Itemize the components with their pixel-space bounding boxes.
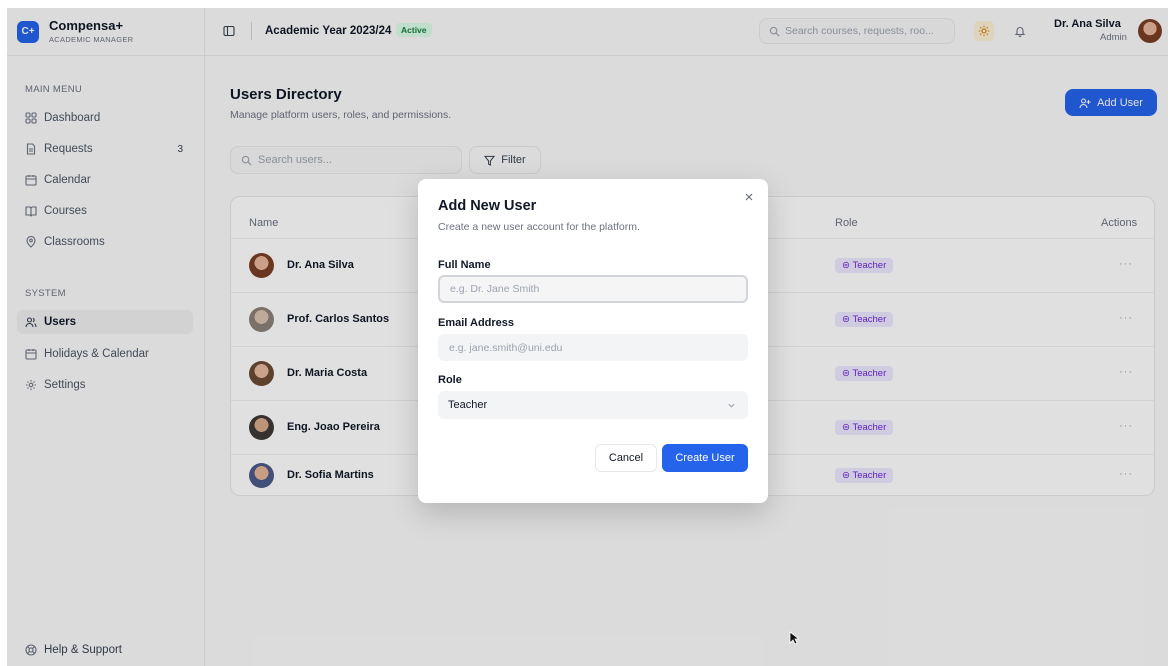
add-user-dialog: Add New User Create a new user account f… (418, 179, 768, 503)
cancel-button[interactable]: Cancel (595, 444, 657, 472)
dialog-subtitle: Create a new user account for the platfo… (438, 221, 640, 233)
full-name-label: Full Name (438, 259, 491, 271)
role-label: Role (438, 374, 462, 386)
close-icon[interactable] (742, 190, 756, 204)
email-field[interactable] (438, 334, 748, 361)
role-select-value: Teacher (448, 399, 488, 411)
full-name-field[interactable] (438, 275, 748, 303)
email-label: Email Address (438, 317, 515, 329)
app-window: C+ Compensa+ ACADEMIC MANAGER MAIN MENU … (7, 8, 1168, 666)
role-select[interactable]: Teacher (438, 391, 748, 419)
create-user-button[interactable]: Create User (662, 444, 748, 472)
mouse-cursor-icon (789, 631, 799, 645)
dialog-title: Add New User (438, 198, 537, 214)
chevron-down-icon (728, 403, 735, 408)
